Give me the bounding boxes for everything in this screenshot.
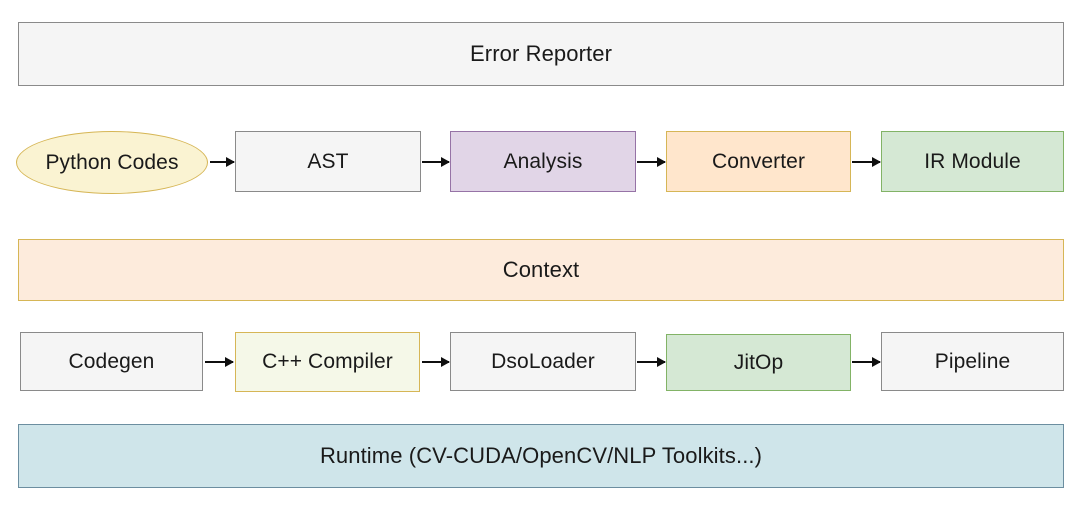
node-ir-module[interactable]: IR Module [881, 131, 1064, 192]
node-context[interactable]: Context [18, 239, 1064, 301]
node-cpp-compiler[interactable]: C++ Compiler [235, 332, 420, 392]
node-python-codes[interactable]: Python Codes [16, 131, 208, 194]
arrow-dsoloader-to-jitop [637, 361, 665, 363]
node-dsoloader[interactable]: DsoLoader [450, 332, 636, 391]
arrow-analysis-to-converter [637, 161, 665, 163]
node-error-reporter[interactable]: Error Reporter [18, 22, 1064, 86]
arrow-python-to-ast [210, 161, 234, 163]
node-analysis[interactable]: Analysis [450, 131, 636, 192]
arrow-codegen-to-cpp-compiler [205, 361, 233, 363]
architecture-diagram: Error Reporter Python Codes AST Analysis… [0, 0, 1080, 505]
arrow-ast-to-analysis [422, 161, 449, 163]
node-pipeline[interactable]: Pipeline [881, 332, 1064, 391]
arrow-converter-to-ir-module [852, 161, 880, 163]
node-runtime[interactable]: Runtime (CV-CUDA/OpenCV/NLP Toolkits...) [18, 424, 1064, 488]
node-converter[interactable]: Converter [666, 131, 851, 192]
arrow-cpp-compiler-to-dsoloader [422, 361, 449, 363]
node-ast[interactable]: AST [235, 131, 421, 192]
node-jitop[interactable]: JitOp [666, 334, 851, 391]
arrow-jitop-to-pipeline [852, 361, 880, 363]
node-codegen[interactable]: Codegen [20, 332, 203, 391]
